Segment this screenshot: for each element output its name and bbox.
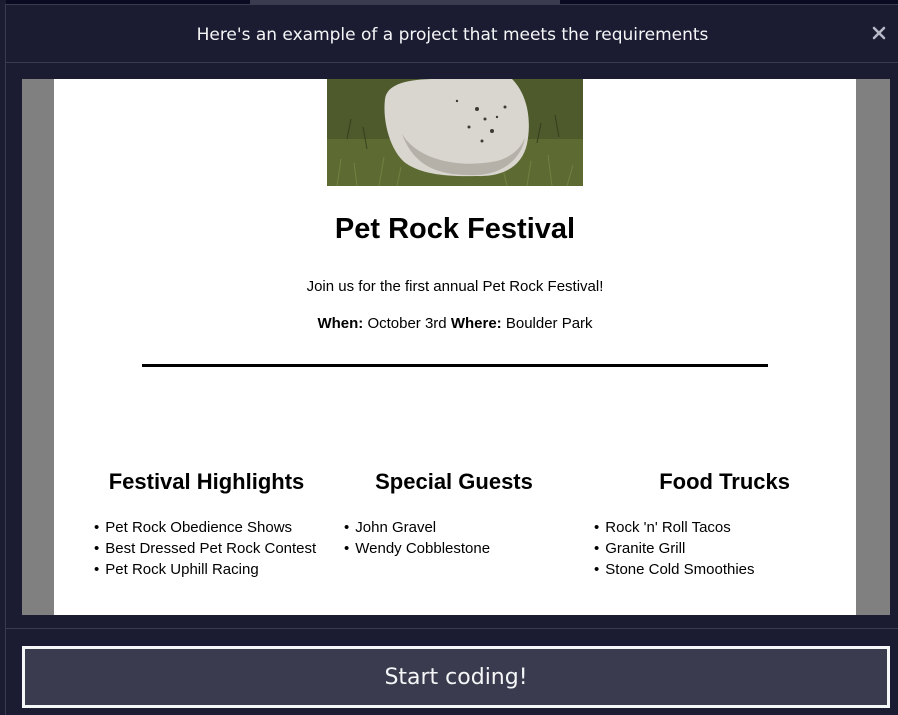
highlights-heading: Festival Highlights	[108, 469, 305, 494]
food-trucks-column: Food Trucks Rock 'n' Roll Tacos Granite …	[594, 469, 816, 580]
modal-footer	[6, 628, 898, 629]
list-item: Best Dressed Pet Rock Contest	[94, 538, 319, 559]
list-item: Granite Grill	[594, 538, 816, 559]
list-item: Stone Cold Smoothies	[594, 559, 816, 580]
festival-intro: Join us for the first annual Pet Rock Fe…	[306, 278, 604, 295]
guests-column: Special Guests John Gravel Wendy Cobbles…	[344, 469, 564, 559]
when-value: October 3rd	[367, 315, 447, 332]
guests-heading: Special Guests	[375, 469, 533, 494]
food-trucks-list: Rock 'n' Roll Tacos Granite Grill Stone …	[594, 517, 816, 580]
modal-header: Here's an example of a project that meet…	[6, 5, 898, 63]
start-coding-button[interactable]: Start coding!	[22, 646, 890, 708]
example-preview-page: Pet Rock Festival Join us for the first …	[54, 79, 856, 615]
food-trucks-heading: Food Trucks	[659, 469, 790, 494]
highlights-column: Festival Highlights Pet Rock Obedience S…	[94, 469, 319, 580]
list-item: Rock 'n' Roll Tacos	[594, 517, 816, 538]
example-project-modal: Here's an example of a project that meet…	[5, 4, 898, 715]
example-preview-frame[interactable]: Pet Rock Festival Join us for the first …	[22, 79, 890, 615]
guests-list: John Gravel Wendy Cobblestone	[344, 517, 564, 559]
rock-photo	[327, 79, 583, 186]
when-where-line: When: October 3rd Where: Boulder Park	[54, 315, 856, 332]
list-item: John Gravel	[344, 517, 564, 538]
list-item: Pet Rock Uphill Racing	[94, 559, 319, 580]
modal-title: Here's an example of a project that meet…	[196, 25, 709, 45]
festival-title: Pet Rock Festival	[334, 213, 576, 245]
list-item: Pet Rock Obedience Shows	[94, 517, 319, 538]
where-label: Where:	[450, 315, 502, 332]
section-divider	[142, 364, 768, 367]
where-value: Boulder Park	[505, 315, 593, 332]
list-item: Wendy Cobblestone	[344, 538, 564, 559]
close-icon[interactable]	[871, 25, 887, 41]
when-label: When:	[317, 315, 364, 332]
highlights-list: Pet Rock Obedience Shows Best Dressed Pe…	[94, 517, 319, 580]
